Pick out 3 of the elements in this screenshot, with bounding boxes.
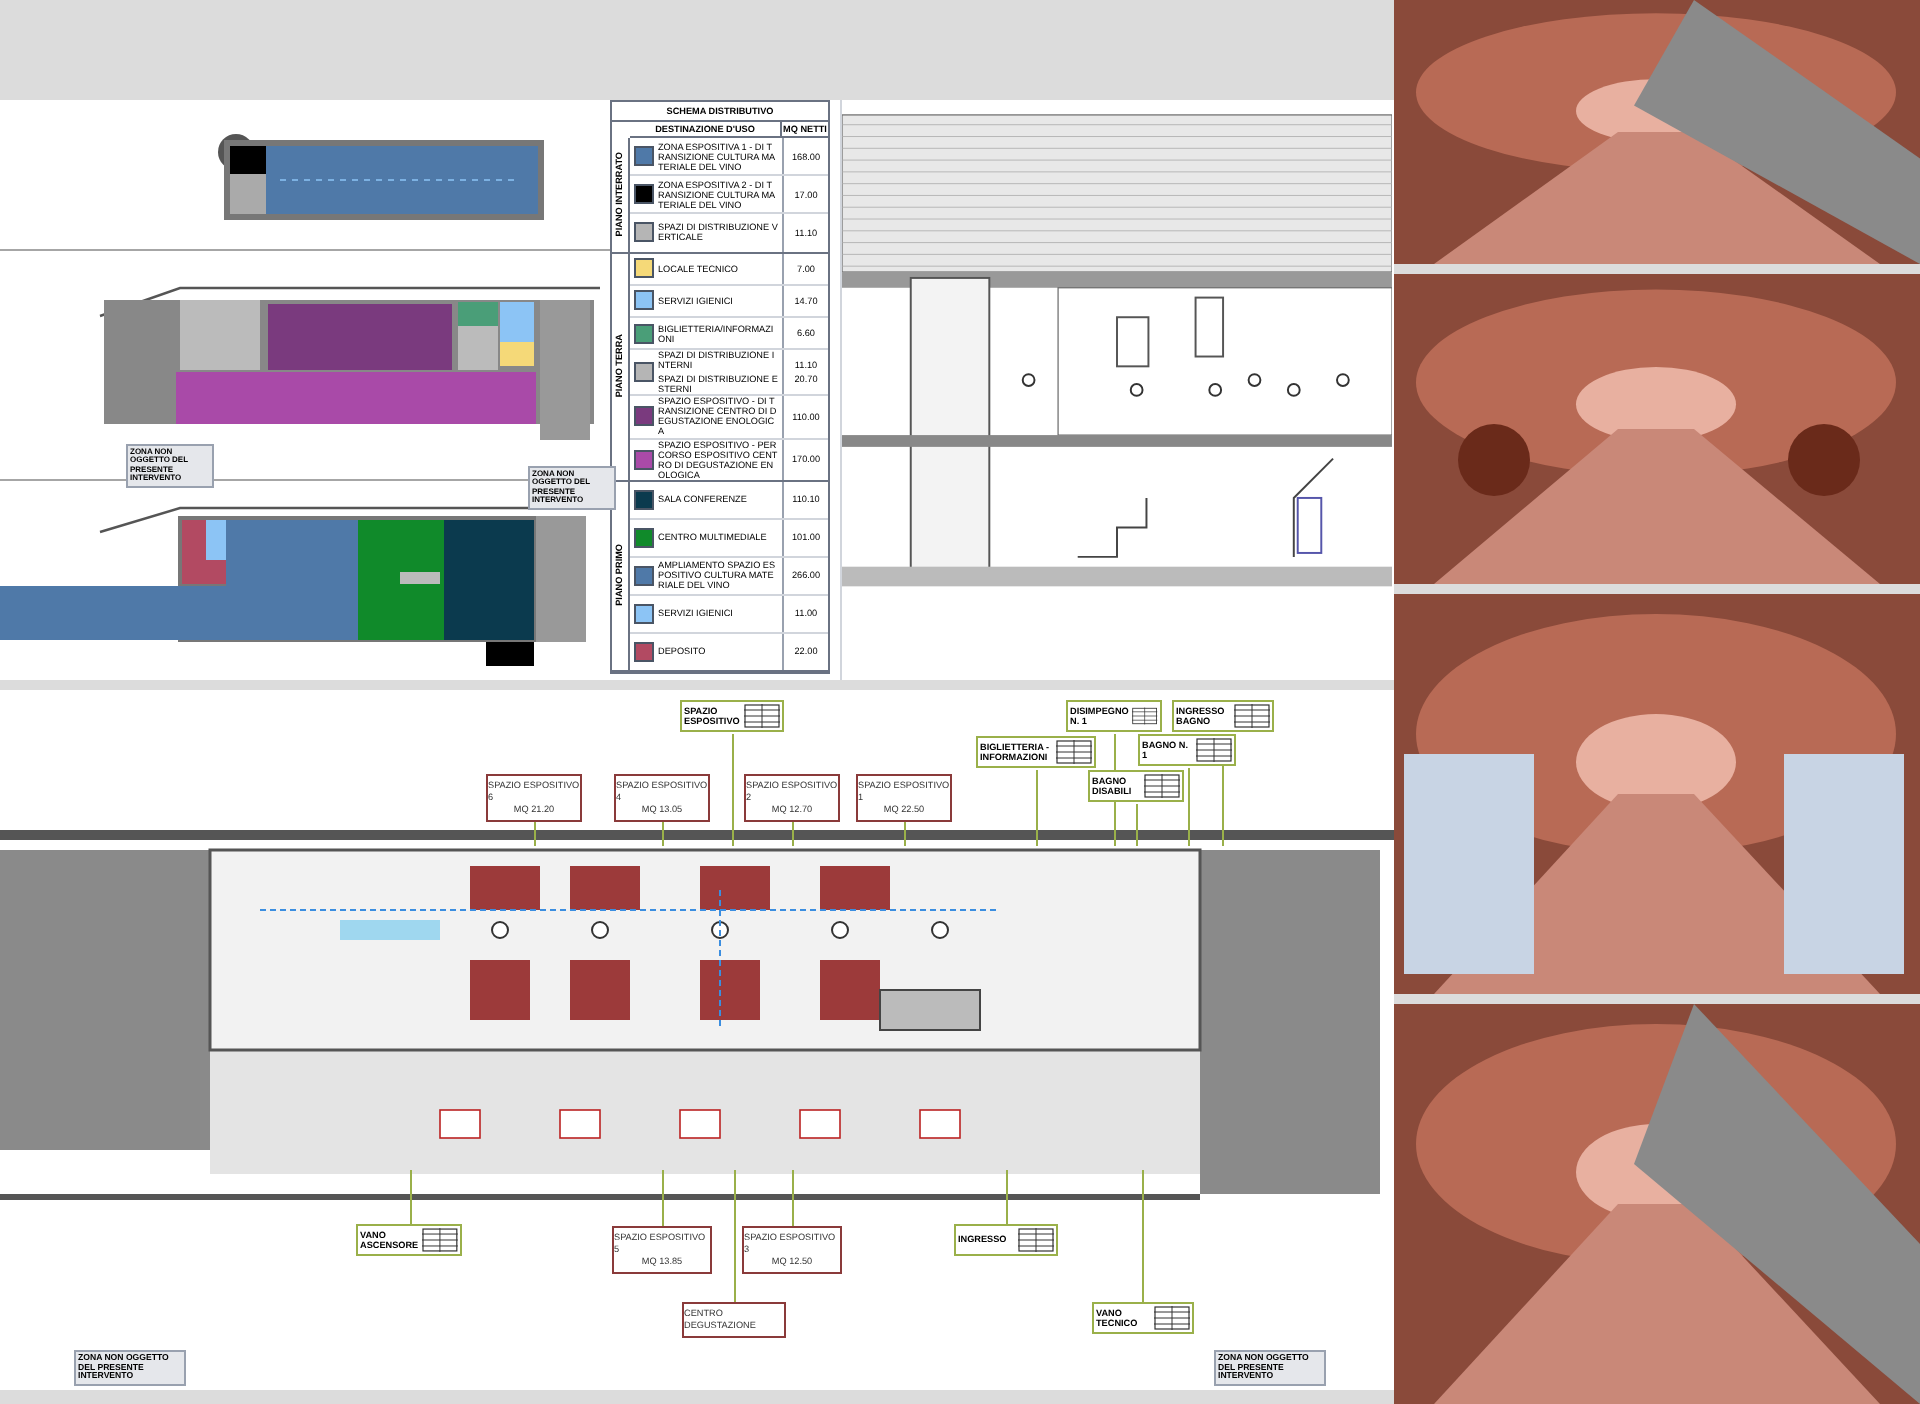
leader-line <box>792 1170 794 1226</box>
leader-line <box>662 1170 664 1226</box>
leader-line <box>734 1170 736 1302</box>
